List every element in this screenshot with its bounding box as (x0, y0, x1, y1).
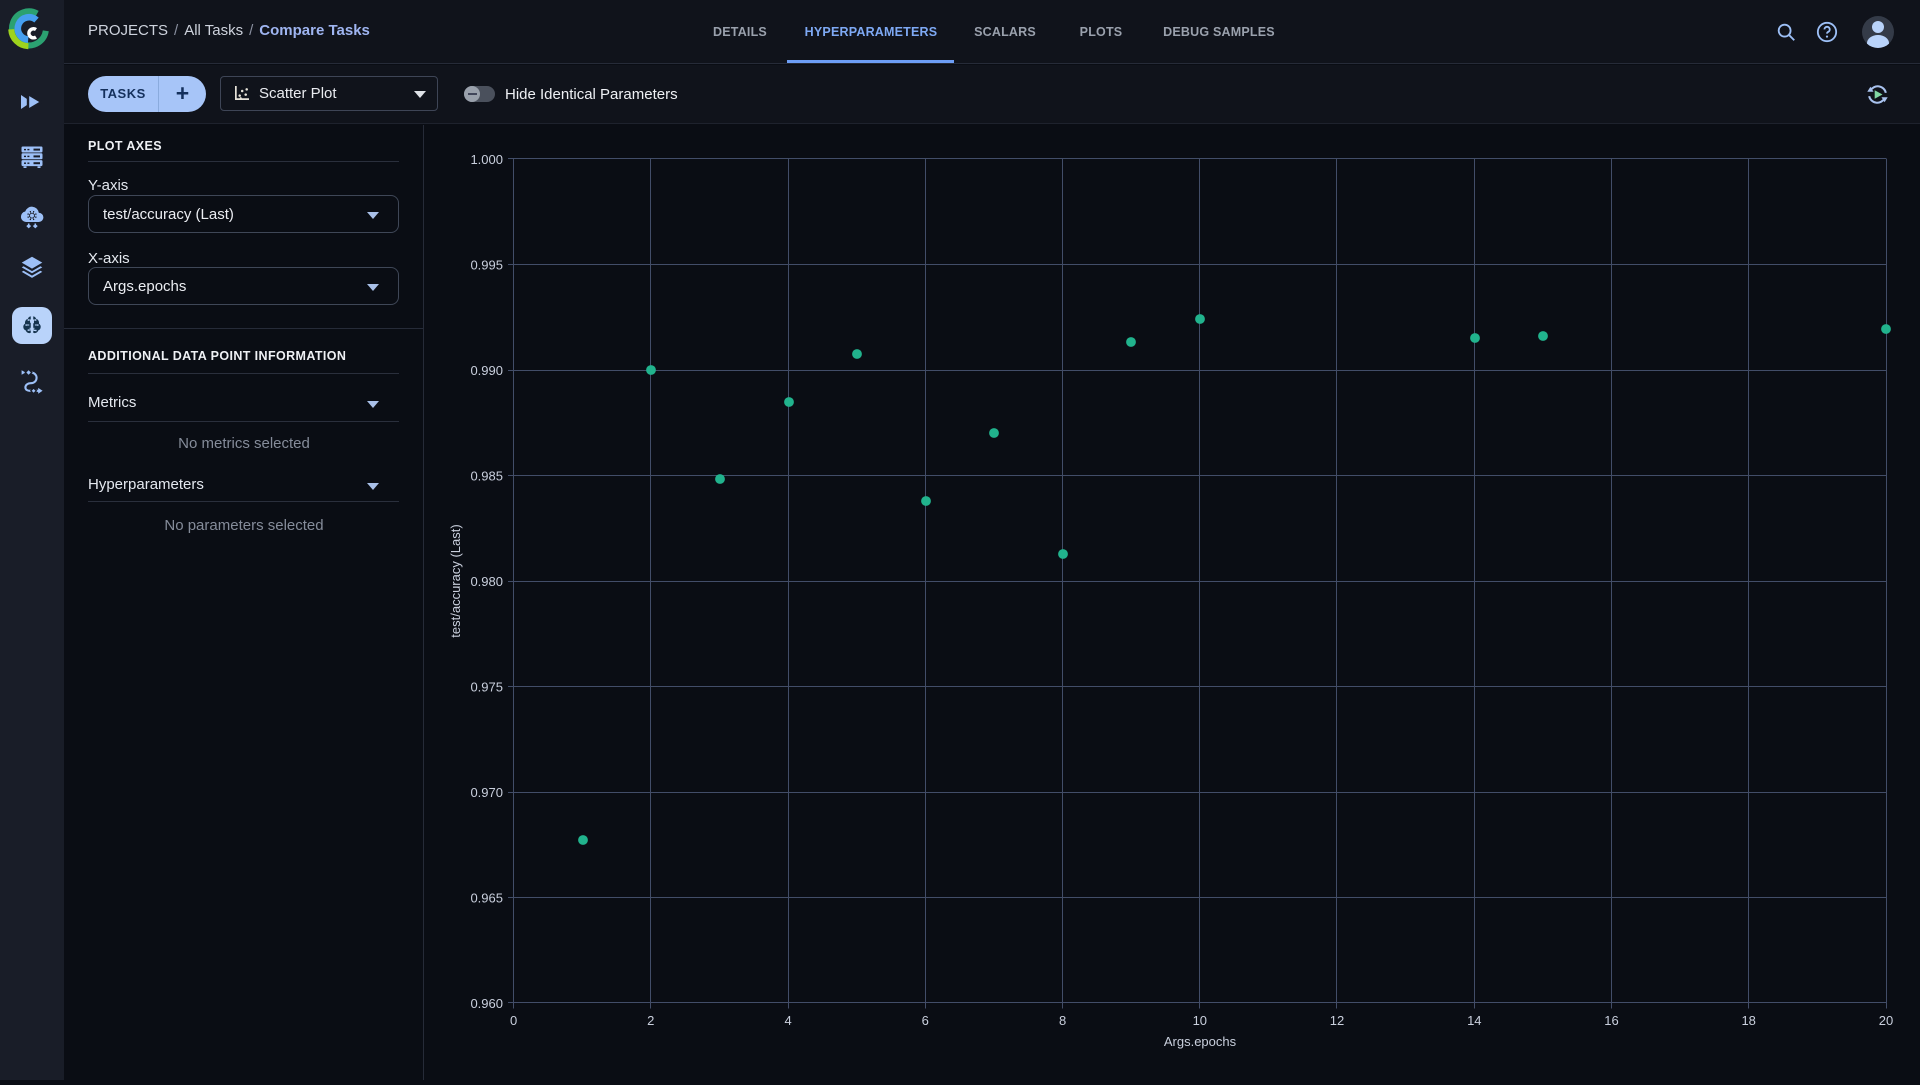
svg-text:4: 4 (784, 1013, 791, 1028)
svg-text:12: 12 (1330, 1013, 1344, 1028)
svg-text:0.965: 0.965 (470, 891, 503, 906)
svg-text:14: 14 (1467, 1013, 1481, 1028)
svg-text:test/accuracy (Last): test/accuracy (Last) (448, 524, 463, 637)
svg-text:16: 16 (1604, 1013, 1618, 1028)
svg-text:Args.epochs: Args.epochs (1164, 1034, 1237, 1049)
svg-text:0: 0 (510, 1013, 517, 1028)
svg-text:0.960: 0.960 (470, 996, 503, 1011)
svg-text:0.980: 0.980 (470, 574, 503, 589)
svg-text:18: 18 (1741, 1013, 1755, 1028)
svg-text:10: 10 (1193, 1013, 1207, 1028)
svg-text:0.985: 0.985 (470, 469, 503, 484)
svg-text:2: 2 (647, 1013, 654, 1028)
svg-text:20: 20 (1879, 1013, 1893, 1028)
svg-text:8: 8 (1059, 1013, 1066, 1028)
svg-text:0.970: 0.970 (470, 785, 503, 800)
svg-text:0.975: 0.975 (470, 680, 503, 695)
svg-text:1.000: 1.000 (470, 152, 503, 167)
svg-text:0.990: 0.990 (470, 363, 503, 378)
svg-text:6: 6 (922, 1013, 929, 1028)
svg-text:0.995: 0.995 (470, 258, 503, 273)
